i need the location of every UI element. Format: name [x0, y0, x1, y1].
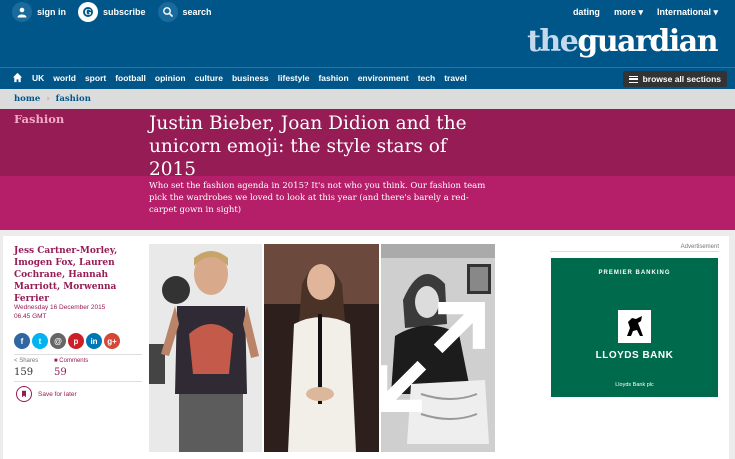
page: sign in G subscribe search dating more ▾…: [0, 0, 735, 459]
search-label: search: [182, 7, 212, 17]
nav-item-business[interactable]: business: [232, 73, 269, 83]
section-nav: UK world sport football opinion culture …: [0, 67, 735, 89]
lloyds-bank-advert[interactable]: PREMIER BANKING LLOYDS BANK Lloyds Bank …: [551, 258, 718, 397]
shares-count-box: < Shares 159: [14, 355, 54, 381]
logo-the: the: [527, 24, 579, 59]
masthead: sign in G subscribe search dating more ▾…: [0, 0, 735, 67]
nav-item-lifestyle[interactable]: lifestyle: [278, 73, 310, 83]
svg-text:G: G: [85, 7, 92, 17]
twitter-icon[interactable]: t: [32, 333, 48, 349]
ad-tagline: PREMIER BANKING: [598, 270, 671, 276]
nav-item-travel[interactable]: travel: [444, 73, 467, 83]
guardian-logo[interactable]: theguardian: [527, 23, 718, 61]
nav-item-world[interactable]: world: [53, 73, 76, 83]
nav-items: UK world sport football opinion culture …: [12, 72, 467, 83]
dating-link[interactable]: dating: [573, 7, 600, 18]
comments-label: ■ Comments: [54, 358, 94, 364]
edition-menu[interactable]: International ▾: [657, 7, 718, 18]
nav-item-environment[interactable]: environment: [358, 73, 409, 83]
nav-item-fashion[interactable]: fashion: [318, 73, 348, 83]
more-menu[interactable]: more ▾: [614, 7, 643, 18]
publish-time: 06.45 GMT: [14, 313, 47, 320]
googleplus-icon[interactable]: g+: [104, 333, 120, 349]
headline: Justin Bieber, Joan Didion and the unico…: [149, 113, 467, 180]
publish-date: Wednesday 16 December 2015: [14, 304, 106, 311]
comments-count: 59: [54, 367, 67, 378]
shares-label-text: Shares: [19, 358, 39, 364]
nav-item-uk[interactable]: UK: [32, 73, 44, 83]
top-links: sign in G subscribe search: [12, 2, 212, 22]
article-content: Jess Cartner-Morley, Imogen Fox, Lauren …: [3, 236, 729, 459]
user-icon: [12, 2, 32, 22]
home-icon[interactable]: [12, 72, 23, 83]
sign-in-label: sign in: [37, 7, 66, 17]
save-for-later-button[interactable]: Save for later: [16, 386, 77, 402]
nav-item-tech[interactable]: tech: [418, 73, 435, 83]
save-for-later-label: Save for later: [38, 390, 77, 398]
subscribe-label: subscribe: [103, 7, 146, 17]
facebook-icon[interactable]: f: [14, 333, 30, 349]
share-buttons: f t @ p in g+: [14, 333, 120, 349]
ad-brand: LLOYDS BANK: [595, 350, 674, 361]
byline[interactable]: Jess Cartner-Morley, Imogen Fox, Lauren …: [14, 245, 144, 305]
email-icon[interactable]: @: [50, 333, 66, 349]
black-horse-logo-icon: [618, 310, 651, 343]
nav-item-sport[interactable]: sport: [85, 73, 106, 83]
comments-label-text: Comments: [59, 358, 89, 364]
photo-joan-didion: [381, 244, 495, 452]
headline-band: Fashion Justin Bieber, Joan Didion and t…: [0, 109, 735, 180]
subscribe-link[interactable]: G subscribe: [78, 2, 146, 22]
photo-justin-bieber: [149, 244, 262, 452]
expand-icon[interactable]: [381, 253, 487, 452]
ad-footer: Lloyds Bank plc: [615, 382, 654, 388]
logo-brand: guardian: [577, 24, 718, 59]
shares-label: < Shares: [14, 358, 54, 364]
nav-item-football[interactable]: football: [115, 73, 146, 83]
breadcrumb: home › fashion: [0, 89, 735, 109]
share-counts: < Shares 159 ■ Comments 59: [14, 354, 142, 382]
nav-item-culture[interactable]: culture: [195, 73, 223, 83]
search-icon: [157, 2, 178, 22]
comments-count-box[interactable]: ■ Comments 59: [54, 355, 94, 381]
share-icon: <: [14, 358, 18, 364]
nav-item-opinion[interactable]: opinion: [155, 73, 186, 83]
dateline: Wednesday 16 December 2015 06.45 GMT: [14, 303, 144, 321]
section-label[interactable]: Fashion: [14, 112, 64, 126]
photo-caitlyn-jenner: [264, 244, 379, 452]
breadcrumb-home[interactable]: home: [14, 94, 40, 104]
linkedin-icon[interactable]: in: [86, 333, 102, 349]
menu-icon: [628, 75, 638, 83]
guardian-icon: G: [78, 2, 98, 22]
standfirst-band: Who set the fashion agenda in 2015? It's…: [0, 176, 735, 230]
sign-in-link[interactable]: sign in: [12, 2, 66, 22]
browse-all-sections-button[interactable]: browse all sections: [622, 71, 727, 87]
bookmark-icon: [16, 386, 32, 402]
main-image-triptych[interactable]: [149, 244, 495, 452]
breadcrumb-fashion[interactable]: fashion: [56, 94, 91, 104]
standfirst: Who set the fashion agenda in 2015? It's…: [149, 181, 486, 215]
comment-icon: ■: [54, 358, 58, 364]
pinterest-icon[interactable]: p: [68, 333, 84, 349]
shares-count: 159: [14, 367, 34, 378]
browse-label: browse all sections: [642, 74, 721, 84]
search-link[interactable]: search: [157, 2, 212, 22]
breadcrumb-separator: ›: [46, 94, 50, 104]
advertisement-label: Advertisement: [550, 244, 719, 252]
right-links: dating more ▾ International ▾: [573, 7, 718, 18]
